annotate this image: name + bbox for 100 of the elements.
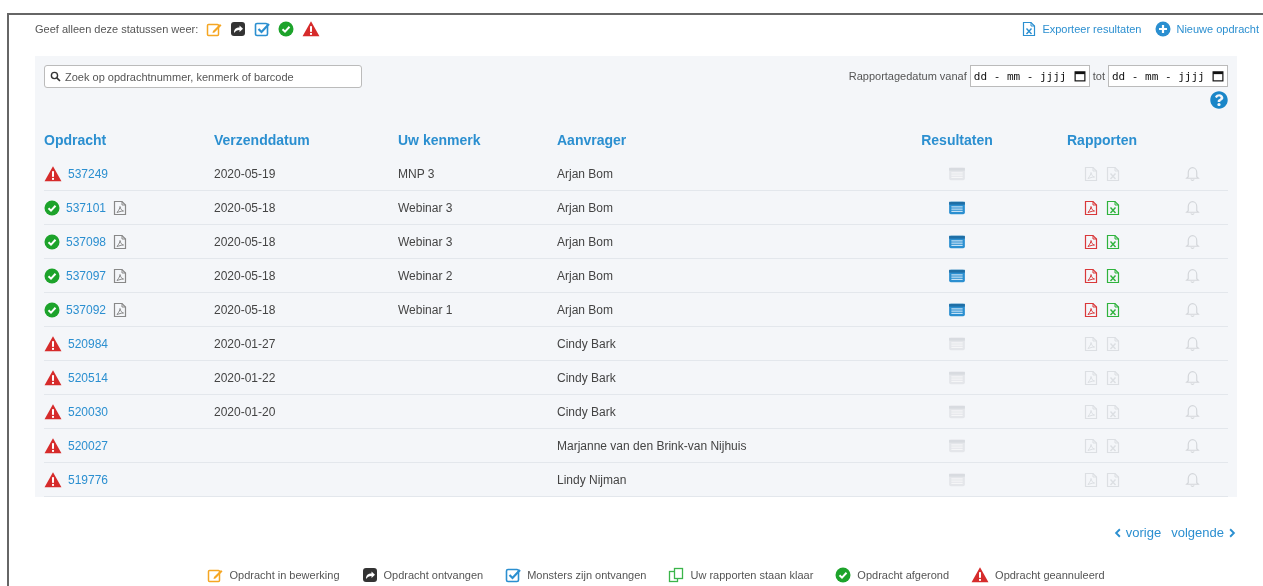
bell-icon <box>1184 165 1201 182</box>
bell-icon <box>1184 403 1201 420</box>
table-cell: 2020-05-18 <box>214 234 276 249</box>
column-header: Uw kenmerk <box>398 131 482 150</box>
check-circle-icon <box>835 567 852 583</box>
warning-icon[interactable] <box>302 20 321 38</box>
new-order-link[interactable]: Nieuwe opdracht <box>1155 21 1259 37</box>
checkbox-icon[interactable] <box>254 21 271 37</box>
table-cell: 2020-05-18 <box>214 302 276 317</box>
date-to-label: tot <box>1092 70 1105 82</box>
column-header: Aanvrager <box>557 131 628 150</box>
legend-label: Opdracht geannuleerd <box>995 569 1105 581</box>
chevron-left-icon <box>1112 527 1123 538</box>
table-cell: Webinar 3 <box>398 234 453 249</box>
spreadsheet-icon <box>1105 233 1121 250</box>
table-cell: 2020-05-19 <box>214 166 276 181</box>
table-cell: Arjan Bom <box>557 302 614 317</box>
pdf-icon <box>1083 267 1099 284</box>
table-cell: Cindy Bark <box>557 370 616 385</box>
order-link[interactable]: 537098 <box>66 234 107 249</box>
bell-icon <box>1184 233 1201 250</box>
pdf-icon <box>1083 471 1099 488</box>
order-link[interactable]: 520030 <box>68 404 109 419</box>
table-cell: Arjan Bom <box>557 234 614 249</box>
spreadsheet-icon <box>1105 471 1121 488</box>
pdf-icon <box>1083 199 1099 216</box>
spreadsheet-icon <box>1105 403 1121 420</box>
table-cell: Cindy Bark <box>557 404 616 419</box>
spreadsheet-icon <box>1105 301 1121 318</box>
pdf-icon <box>1083 165 1099 182</box>
next-link[interactable]: volgende <box>1171 525 1237 540</box>
table-cell: Cindy Bark <box>557 336 616 351</box>
table-cell: Webinar 2 <box>398 268 453 283</box>
check-circle-icon[interactable] <box>278 21 295 37</box>
order-link[interactable]: 520984 <box>68 336 109 351</box>
pencil-note-icon <box>207 567 224 583</box>
legend-label: Opdracht in bewerking <box>229 569 340 581</box>
spreadsheet-icon <box>1105 267 1121 284</box>
date-to-field[interactable]: dd - mm - jjjj <box>1108 65 1228 87</box>
bell-icon <box>1184 267 1201 284</box>
previous-link[interactable]: vorige <box>1112 525 1162 540</box>
table-cell: Lindy Nijman <box>557 472 627 487</box>
order-link[interactable]: 519776 <box>68 472 109 487</box>
export-link[interactable]: Exporteer resultaten <box>1021 21 1142 37</box>
bell-icon <box>1184 335 1201 352</box>
spreadsheet-icon <box>1105 437 1121 454</box>
order-link[interactable]: 537092 <box>66 302 107 317</box>
order-link[interactable]: 520514 <box>68 370 109 385</box>
date-from-label: Rapportagedatum vanaf <box>848 70 967 82</box>
table-cell: 2020-01-22 <box>214 370 276 385</box>
document-icon <box>112 233 129 250</box>
pdf-icon <box>1083 301 1099 318</box>
search-icon <box>50 71 61 82</box>
plus-circle-icon <box>1155 21 1172 37</box>
spreadsheet-icon <box>1021 21 1038 37</box>
column-header: Verzenddatum <box>214 131 311 150</box>
order-link[interactable]: 537097 <box>66 268 107 283</box>
bell-icon <box>1184 301 1201 318</box>
bell-icon <box>1184 369 1201 386</box>
column-header: Resultaten <box>920 131 994 150</box>
legend-label: Opdracht ontvangen <box>383 569 484 581</box>
legend-label: Opdracht afgerond <box>857 569 950 581</box>
date-from-field[interactable]: dd - mm - jjjj <box>969 65 1090 87</box>
calendar-icon <box>1212 70 1224 82</box>
pdf-icon <box>1083 403 1099 420</box>
spreadsheet-icon <box>1105 335 1121 352</box>
checkbox-icon <box>505 567 522 583</box>
column-header: Opdracht <box>44 131 108 150</box>
pdf-icon <box>1083 233 1099 250</box>
order-link[interactable]: 537101 <box>66 200 107 215</box>
table-cell: Webinar 3 <box>398 200 453 215</box>
bell-icon <box>1184 471 1201 488</box>
spreadsheet-icon <box>1105 165 1121 182</box>
pdf-icon <box>1083 335 1099 352</box>
table-cell: 2020-01-27 <box>214 336 276 351</box>
bell-icon <box>1184 199 1201 216</box>
chevron-right-icon <box>1227 527 1237 538</box>
spreadsheet-icon <box>1105 199 1121 216</box>
filter-label: Geef alleen deze statussen weer: <box>35 23 199 35</box>
help-icon[interactable] <box>1210 91 1228 109</box>
warning-icon <box>971 566 990 584</box>
search-field[interactable]: Zoek op opdrachtnummer, kenmerk of barcode <box>44 65 362 88</box>
order-link[interactable]: 520027 <box>68 438 109 453</box>
document-icon <box>112 301 129 318</box>
legend-label: Monsters zijn ontvangen <box>527 569 647 581</box>
column-header: Rapporten <box>1066 131 1138 150</box>
table-cell: 2020-01-20 <box>214 404 276 419</box>
table-cell: 2020-05-18 <box>214 268 276 283</box>
table-cell: 2020-05-18 <box>214 200 276 215</box>
table-cell: Webinar 1 <box>398 302 453 317</box>
spreadsheet-icon <box>1105 369 1121 386</box>
calendar-icon <box>1073 70 1086 82</box>
table-cell: Arjan Bom <box>557 200 614 215</box>
document-icon <box>112 267 129 284</box>
pdf-icon <box>1083 437 1099 454</box>
table-cell: Arjan Bom <box>557 268 614 283</box>
table-cell: Arjan Bom <box>557 166 614 181</box>
documents-icon <box>668 567 685 583</box>
pdf-icon <box>1083 369 1099 386</box>
order-link[interactable]: 537249 <box>68 166 109 181</box>
